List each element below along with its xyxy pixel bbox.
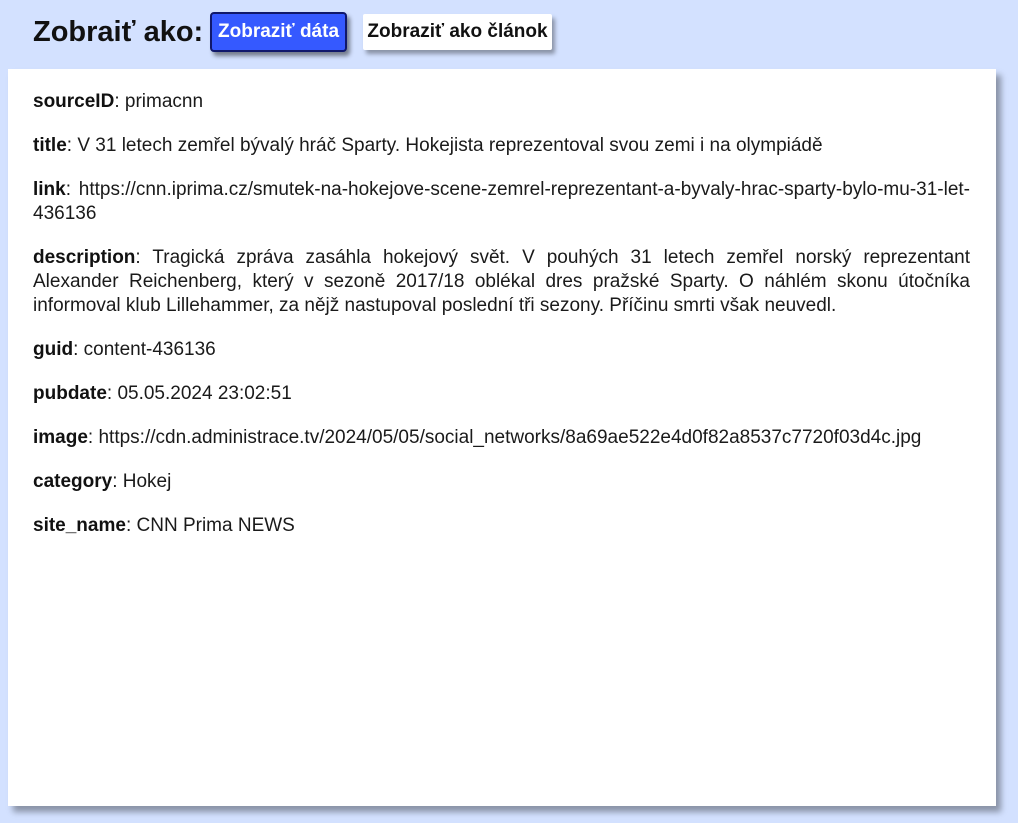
view-as-label: Zobraiť ako: bbox=[33, 16, 204, 48]
field-link: link: https://cnn.iprima.cz/smutek-na-ho… bbox=[33, 178, 970, 226]
field-category: category: Hokej bbox=[33, 470, 970, 494]
field-key: title bbox=[33, 135, 67, 156]
field-value: CNN Prima NEWS bbox=[136, 515, 295, 536]
view-toolbar: Zobraiť ako: Zobraziť dáta Zobraziť ako … bbox=[0, 0, 1018, 68]
field-value: primacnn bbox=[124, 91, 204, 112]
field-separator: : bbox=[65, 179, 79, 200]
field-value: Tragická zpráva zasáhla hokejový svět. V… bbox=[33, 247, 971, 316]
field-key: image bbox=[33, 427, 88, 448]
field-separator: : bbox=[73, 339, 84, 360]
show-as-article-button[interactable]: Zobraziť ako článok bbox=[363, 14, 552, 50]
field-separator: : bbox=[87, 427, 99, 448]
field-key: description bbox=[33, 247, 136, 268]
field-value: Hokej bbox=[122, 471, 172, 492]
field-separator: : bbox=[66, 135, 78, 156]
field-key: category bbox=[33, 471, 113, 492]
field-description: description: Tragická zpráva zasáhla hok… bbox=[33, 246, 970, 318]
field-separator: : bbox=[114, 91, 125, 112]
field-value: 05.05.2024 23:02:51 bbox=[117, 383, 292, 404]
field-pubdate: pubdate: 05.05.2024 23:02:51 bbox=[33, 382, 970, 406]
field-site-name: site_name: CNN Prima NEWS bbox=[33, 514, 970, 538]
field-separator: : bbox=[135, 247, 153, 268]
field-value: https://cdn.administrace.tv/2024/05/05/s… bbox=[98, 427, 922, 448]
field-value: content-436136 bbox=[83, 339, 216, 360]
field-value: V 31 letech zemřel bývalý hráč Sparty. H… bbox=[77, 135, 823, 156]
field-key: sourceID bbox=[33, 91, 115, 112]
field-key: pubdate bbox=[33, 383, 107, 404]
field-value: https://cnn.iprima.cz/smutek-na-hokejove… bbox=[33, 179, 970, 224]
field-separator: : bbox=[106, 383, 118, 404]
field-separator: : bbox=[112, 471, 123, 492]
data-panel: sourceID: primacnn title: V 31 letech ze… bbox=[8, 69, 996, 806]
field-separator: : bbox=[125, 515, 137, 536]
field-title: title: V 31 letech zemřel bývalý hráč Sp… bbox=[33, 134, 970, 158]
show-data-button[interactable]: Zobraziť dáta bbox=[210, 12, 347, 52]
field-sourceid: sourceID: primacnn bbox=[33, 90, 970, 114]
field-key: link bbox=[33, 179, 66, 200]
field-key: guid bbox=[33, 339, 74, 360]
field-image: image: https://cdn.administrace.tv/2024/… bbox=[33, 426, 970, 450]
field-guid: guid: content-436136 bbox=[33, 338, 970, 362]
field-key: site_name bbox=[33, 515, 126, 536]
